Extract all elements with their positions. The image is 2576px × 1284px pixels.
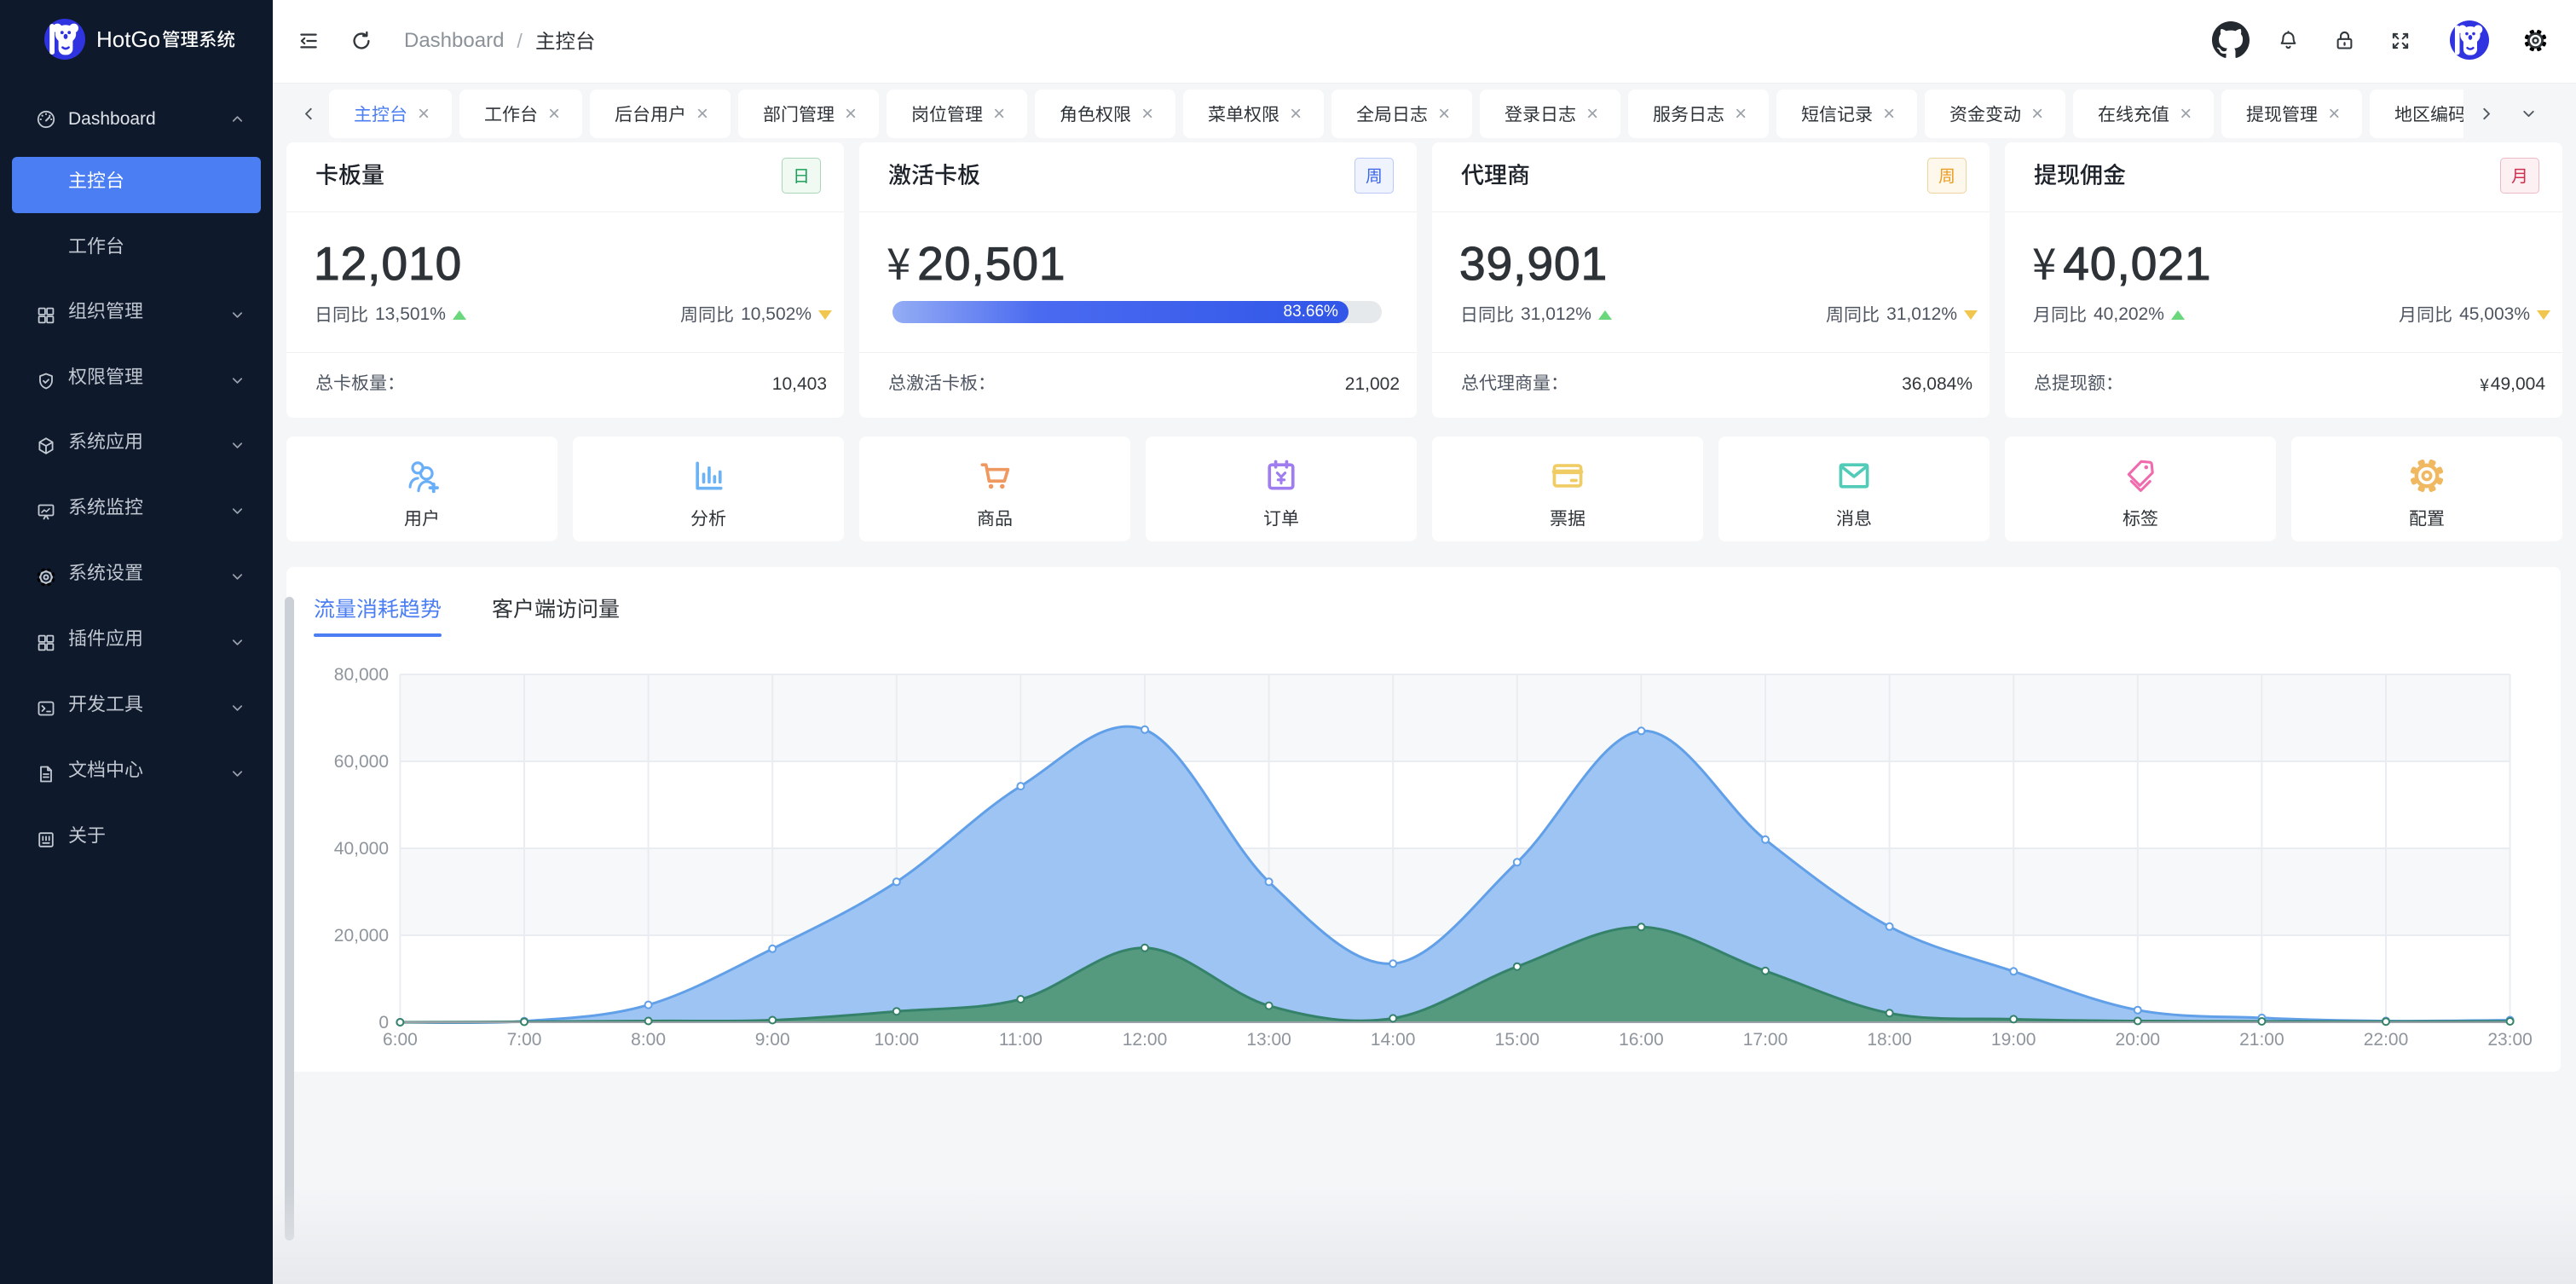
svg-text:13:00: 13:00 bbox=[1246, 1030, 1291, 1050]
svg-text:80,000: 80,000 bbox=[334, 665, 389, 685]
svg-text:9:00: 9:00 bbox=[755, 1030, 790, 1050]
svg-text:14:00: 14:00 bbox=[1371, 1030, 1416, 1050]
svg-text:20,000: 20,000 bbox=[334, 926, 389, 946]
svg-text:18:00: 18:00 bbox=[1867, 1030, 1912, 1050]
svg-text:17:00: 17:00 bbox=[1743, 1030, 1788, 1050]
svg-text:16:00: 16:00 bbox=[1619, 1030, 1664, 1050]
svg-text:23:00: 23:00 bbox=[2487, 1030, 2533, 1050]
svg-text:20:00: 20:00 bbox=[2116, 1030, 2161, 1050]
svg-text:0: 0 bbox=[378, 1013, 389, 1032]
svg-text:60,000: 60,000 bbox=[334, 752, 389, 772]
svg-text:6:00: 6:00 bbox=[383, 1030, 418, 1050]
svg-text:12:00: 12:00 bbox=[1123, 1030, 1168, 1050]
svg-text:10:00: 10:00 bbox=[875, 1030, 920, 1050]
svg-text:40,000: 40,000 bbox=[334, 839, 389, 859]
svg-text:22:00: 22:00 bbox=[2364, 1030, 2409, 1050]
svg-text:7:00: 7:00 bbox=[507, 1030, 542, 1050]
svg-text:15:00: 15:00 bbox=[1495, 1030, 1540, 1050]
svg-text:8:00: 8:00 bbox=[631, 1030, 666, 1050]
svg-text:21:00: 21:00 bbox=[2239, 1030, 2284, 1050]
svg-text:19:00: 19:00 bbox=[1991, 1030, 2036, 1050]
svg-text:11:00: 11:00 bbox=[999, 1030, 1043, 1050]
